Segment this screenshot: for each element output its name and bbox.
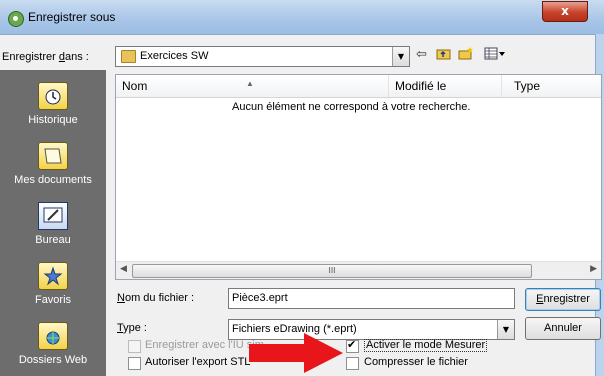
scroll-thumb[interactable]: III: [132, 264, 532, 278]
save-as-dialog: Enregistrer sous x Enregistrer dans : Ex…: [0, 0, 604, 376]
web-folders-icon: [38, 322, 68, 350]
chevron-down-icon[interactable]: ▼: [392, 47, 409, 66]
view-menu-icon[interactable]: [484, 47, 506, 64]
places-bar: Historique Mes documents Bureau Favoris …: [0, 70, 106, 376]
file-list[interactable]: Nom ▲ Modifié le Type Aucun élément ne c…: [115, 74, 602, 280]
app-icon: [8, 11, 24, 27]
place-web-folders[interactable]: Dossiers Web: [0, 322, 106, 366]
chevron-down-icon[interactable]: ▼: [497, 320, 514, 339]
scroll-right-icon[interactable]: ▶: [590, 264, 597, 274]
favorites-icon: [38, 262, 68, 290]
filename-label: Nom du fichier :: [117, 292, 195, 304]
window-title: Enregistrer sous: [28, 10, 116, 24]
export-stl-label: Autoriser l'export STL: [145, 356, 251, 368]
place-label-web-folders: Dossiers Web: [18, 354, 88, 366]
folder-icon: [121, 50, 136, 63]
column-header-type[interactable]: Type: [508, 75, 600, 97]
desktop-icon: [38, 202, 68, 230]
compress-checkbox[interactable]: [346, 357, 359, 370]
my-documents-icon: [38, 142, 68, 170]
place-favorites[interactable]: Favoris: [0, 262, 106, 306]
column-header-name[interactable]: Nom ▲: [116, 75, 389, 97]
title-bar[interactable]: Enregistrer sous x: [0, 0, 604, 35]
save-in-dropdown[interactable]: Exercices SW ▼: [115, 46, 410, 67]
place-label-my-documents: Mes documents: [14, 174, 92, 186]
save-in-label: Enregistrer dans :: [2, 51, 89, 63]
history-icon: [38, 82, 68, 110]
column-header-modified[interactable]: Modifié le: [389, 75, 502, 97]
save-in-value: Exercices SW: [140, 50, 209, 62]
cancel-button[interactable]: Annuler: [525, 317, 601, 340]
file-list-header: Nom ▲ Modifié le Type: [116, 75, 601, 98]
measure-mode-checkbox[interactable]: [346, 338, 359, 353]
new-folder-icon[interactable]: [458, 47, 474, 64]
close-button[interactable]: x: [542, 1, 588, 22]
compress-label: Compresser le fichier: [364, 356, 468, 368]
empty-message: Aucun élément ne correspond à votre rech…: [232, 101, 471, 113]
sort-ascending-icon: ▲: [246, 79, 254, 88]
place-label-favorites: Favoris: [34, 294, 72, 306]
place-my-documents[interactable]: Mes documents: [0, 142, 106, 186]
up-folder-icon[interactable]: [436, 47, 451, 64]
save-button[interactable]: Enregistrer: [525, 288, 601, 311]
filename-value: Pièce3.eprt: [232, 292, 288, 304]
save-ui-label: Enregistrer avec l'IU sim: [145, 339, 264, 351]
horizontal-scrollbar[interactable]: ◀ III ▶: [116, 261, 601, 279]
measure-mode-label: Activer le mode Mesurer: [364, 339, 488, 352]
filename-input[interactable]: Pièce3.eprt: [228, 288, 515, 309]
place-desktop[interactable]: Bureau: [0, 202, 106, 246]
back-arrow-icon[interactable]: ⇦: [416, 47, 427, 62]
place-label-history: Historique: [28, 114, 78, 126]
export-stl-checkbox[interactable]: [128, 357, 141, 370]
place-history[interactable]: Historique: [0, 82, 106, 126]
place-label-desktop: Bureau: [35, 234, 71, 246]
annotation-arrow-icon: [249, 333, 343, 373]
save-ui-checkbox[interactable]: [128, 340, 141, 353]
scroll-left-icon[interactable]: ◀: [120, 264, 127, 274]
filetype-label: Type :: [117, 322, 147, 334]
